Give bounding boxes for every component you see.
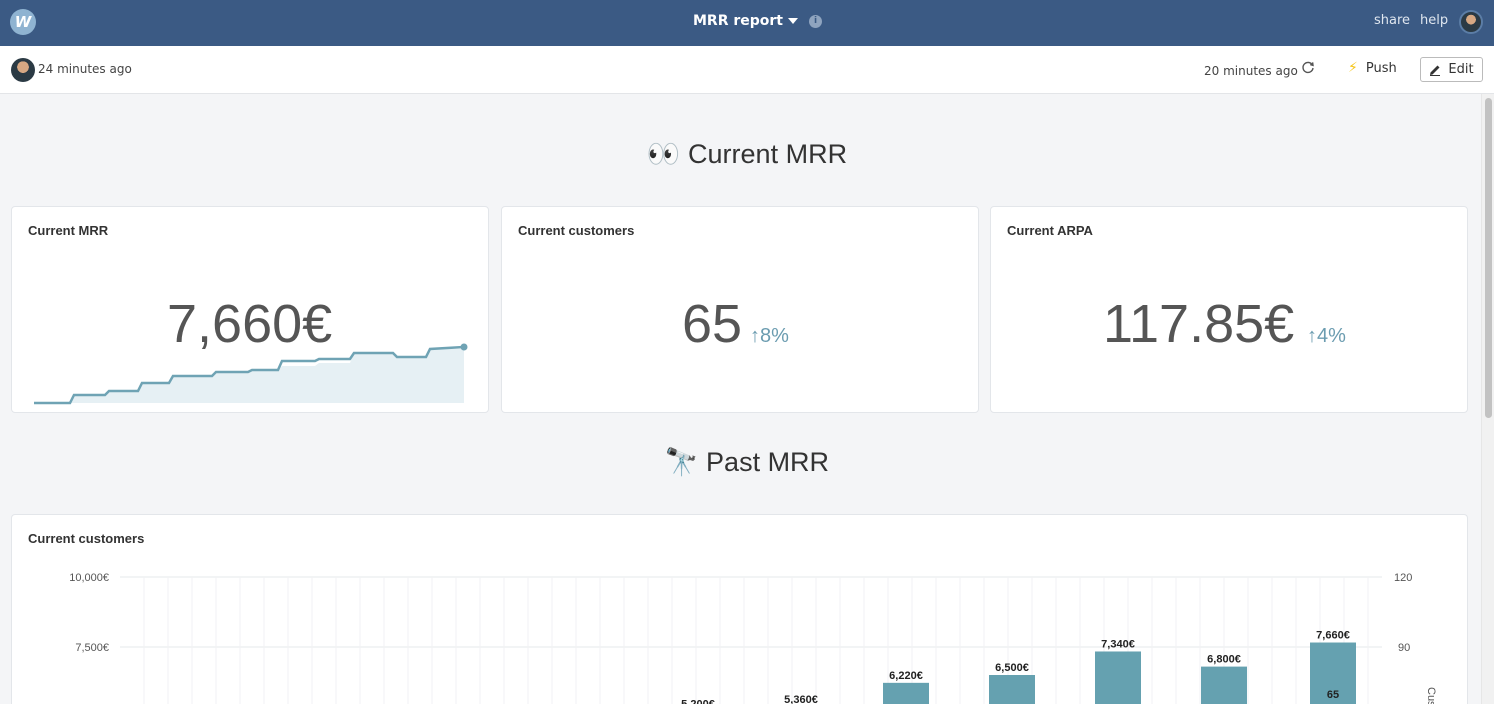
y-left-tick: 7,500€ — [75, 642, 109, 654]
card-current-mrr: Current MRR 7,660€ — [11, 206, 489, 413]
chart-bar — [989, 675, 1035, 704]
push-button[interactable]: ⚡ Push — [1348, 60, 1397, 76]
scrollbar-thumb[interactable] — [1485, 98, 1492, 418]
lightning-icon: ⚡ — [1348, 60, 1358, 76]
scrollbar[interactable] — [1481, 94, 1494, 704]
card-title: Current customers — [518, 223, 635, 238]
edit-label: Edit — [1448, 62, 1474, 77]
pencil-icon — [1430, 65, 1441, 76]
section-title-current: 👀 Current MRR — [646, 139, 848, 169]
card-past-customers: Current customers 10,000€ 7,500€ 120 90 … — [11, 514, 1468, 704]
bar-value-label: 5,200€ — [681, 698, 715, 704]
sub-toolbar: 24 minutes ago 20 minutes ago ⚡ Push Edi… — [0, 46, 1494, 94]
bar-value-label: 6,800€ — [1207, 654, 1241, 666]
push-label: Push — [1365, 60, 1397, 76]
help-link[interactable]: help — [1420, 13, 1448, 28]
report-title: MRR report — [693, 13, 784, 29]
bar-value-label: 7,340€ — [1101, 638, 1135, 650]
top-bar: W MRR report i share help — [0, 0, 1494, 46]
chart-gridlines — [120, 576, 1382, 704]
bar-value-label: 6,220€ — [889, 670, 923, 682]
arpa-delta: ↑4% — [1307, 325, 1346, 347]
arrow-up-icon: ↑ — [1307, 325, 1317, 347]
chevron-down-icon — [788, 18, 799, 24]
customers-value: 65 — [682, 294, 743, 354]
y-left-tick: 10,000€ — [69, 572, 109, 584]
report-title-dropdown[interactable]: MRR report i — [693, 13, 823, 29]
chart-bar — [1095, 651, 1141, 704]
card-title: Current ARPA — [1007, 223, 1093, 238]
customer-count-label: 65 — [1327, 689, 1339, 701]
chart-bars: 5,200€ 5,360€ 6,220€ 6,500€ 7,340€ 6,800€ 7,66… — [681, 630, 1356, 704]
author-avatar — [11, 58, 35, 82]
y-right-tick: 120 — [1394, 572, 1412, 584]
app-logo[interactable]: W — [10, 9, 36, 35]
past-mrr-chart: 10,000€ 7,500€ 120 90 Cus 5,200€ 5,360€ 6,… — [69, 572, 1437, 704]
sparkline-end-point — [460, 343, 468, 351]
arrow-up-icon: ↑ — [750, 325, 760, 347]
section-title-past: 🔭 Past MRR — [664, 447, 830, 477]
edit-button[interactable]: Edit — [1420, 57, 1483, 82]
chart-bar — [1201, 666, 1247, 704]
y-right-tick: 90 — [1398, 642, 1410, 654]
chart-bar — [883, 682, 929, 704]
share-link[interactable]: share — [1374, 13, 1410, 28]
last-updated-text: 24 minutes ago — [38, 62, 132, 76]
card-current-arpa: Current ARPA 117.85€ ↑4% — [990, 206, 1468, 413]
card-current-customers: Current customers 65 ↑8% — [501, 206, 979, 413]
bar-value-label: 5,360€ — [784, 694, 818, 704]
bar-value-label: 6,500€ — [995, 662, 1029, 674]
refresh-icon[interactable] — [1301, 61, 1315, 75]
bar-value-label: 7,660€ — [1316, 630, 1350, 642]
customers-delta: ↑8% — [750, 325, 789, 347]
arpa-value: 117.85€ — [1103, 294, 1295, 354]
mrr-value: 7,660€ — [167, 294, 333, 354]
info-icon[interactable]: i — [809, 14, 823, 28]
right-axis-label: Cus — [1425, 687, 1437, 704]
refresh-time-text: 20 minutes ago — [1204, 64, 1298, 78]
user-avatar[interactable] — [1459, 10, 1483, 34]
